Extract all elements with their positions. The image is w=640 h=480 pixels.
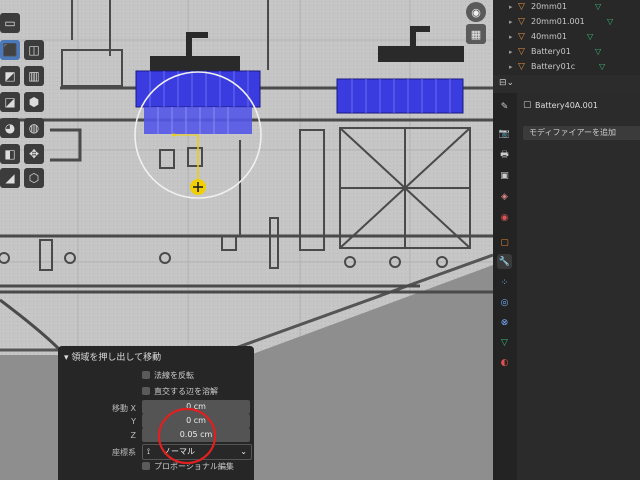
object-wrench-icon: ▢ <box>523 100 532 110</box>
properties-header: ⊟⌄ <box>493 75 640 93</box>
edge-slide-tool[interactable]: ◧ <box>0 144 20 164</box>
tool-shelf: ▭ ⬛ ◫ ◩ ▥ ◪ ⬢ ◕ ◍ ◧ ✥ ◢ ⬡ <box>0 0 48 190</box>
object-triangle-icon: ▽ <box>518 2 525 12</box>
properties-tabs: ✎ 📷 🖶 ▣ ◈ ◉ ▢ 🔧 ⁘ ◎ ⊗ ▽ ◐ <box>493 93 517 480</box>
move-z-label: Z <box>130 431 136 440</box>
shrink-fatten-tool[interactable]: ✥ <box>24 144 44 164</box>
mesh-data-icon: ▽ <box>599 62 606 71</box>
orientation-label: 座標系 <box>112 448 136 457</box>
outliner-item-label: 20mm01 <box>531 2 567 11</box>
editor-type-icon[interactable]: ⊟⌄ <box>499 78 514 88</box>
render-tab-icon[interactable]: 📷 <box>497 126 512 141</box>
object-triangle-icon: ▽ <box>518 17 525 27</box>
selected-mesh-right[interactable] <box>336 78 464 114</box>
bevel-tool[interactable]: ◩ <box>0 66 20 86</box>
inset-faces-tool[interactable]: ◫ <box>24 40 44 60</box>
rip-region-tool[interactable]: ⬡ <box>24 168 44 188</box>
flip-normals-label: 法線を反転 <box>154 371 194 380</box>
mesh-data-icon: ▽ <box>587 32 594 41</box>
outliner: ▸ ▽ 20mm01 ▽ ▸ ▽ 20mm01.001 ▽ ▸ ▽ 40mm01… <box>493 0 640 75</box>
flip-normals-checkbox[interactable] <box>142 371 150 379</box>
tool-tab-icon[interactable]: ✎ <box>497 99 512 114</box>
expand-arrow-icon[interactable]: ▸ <box>509 48 513 56</box>
expand-arrow-icon[interactable]: ▸ <box>509 18 513 26</box>
operator-panel-title[interactable]: ▾ 領域を押し出して移動 <box>64 350 161 363</box>
expand-arrow-icon[interactable]: ▸ <box>509 63 513 71</box>
object-tab-icon[interactable]: ▢ <box>497 235 512 250</box>
move-x-label: 移動 X <box>111 404 136 413</box>
poly-build-tool[interactable]: ⬢ <box>24 92 44 112</box>
3d-viewport[interactable]: ▭ ⬛ ◫ ◩ ▥ ◪ ⬢ ◕ ◍ ◧ ✥ ◢ ⬡ ◉ ▦ ▾ 領域を押し出して… <box>0 0 493 480</box>
outliner-item[interactable]: ▸ ▽ 20mm01 ▽ <box>493 0 640 15</box>
constraints-tab-icon[interactable]: ⊗ <box>497 315 512 330</box>
orientation-icon: ⟟ <box>147 447 150 456</box>
physics-tab-icon[interactable]: ◎ <box>497 295 512 310</box>
scene-tab-icon[interactable]: ◈ <box>497 189 512 204</box>
expand-arrow-icon[interactable]: ▸ <box>509 3 513 11</box>
outliner-item-label: Battery01 <box>531 47 571 56</box>
chevron-down-icon: ▾ <box>64 353 69 363</box>
camera-view-icon[interactable]: ◉ <box>466 2 486 22</box>
extrude-region-tool[interactable]: ⬛ <box>0 40 20 60</box>
view-layer-tab-icon[interactable]: ▣ <box>497 168 512 183</box>
object-triangle-icon: ▽ <box>518 47 525 57</box>
select-box-tool[interactable]: ▭ <box>0 13 20 33</box>
operator-panel-title-text: 領域を押し出して移動 <box>71 353 162 363</box>
shear-tool[interactable]: ◢ <box>0 168 20 188</box>
properties-editor: ⊟⌄ ✎ 📷 🖶 ▣ ◈ ◉ ▢ 🔧 ⁘ ◎ ⊗ ▽ ◐ ▢ Battery40… <box>493 75 640 480</box>
move-y-label: Y <box>131 417 136 426</box>
object-triangle-icon: ▽ <box>518 62 525 72</box>
output-tab-icon[interactable]: 🖶 <box>497 147 512 162</box>
modifier-panel: ▢ Battery40A.001 モディファイアーを追加 <box>517 93 640 480</box>
world-tab-icon[interactable]: ◉ <box>497 210 512 225</box>
ortho-grid-icon[interactable]: ▦ <box>466 24 486 44</box>
outliner-item-label: 40mm01 <box>531 32 567 41</box>
modifier-tab-icon[interactable]: 🔧 <box>497 254 512 269</box>
operator-redo-panel: ▾ 領域を押し出して移動 法線を反転 直交する辺を溶解 移動 X 0 cm Y … <box>58 346 254 480</box>
selected-mesh-left[interactable] <box>135 70 261 134</box>
data-tab-icon[interactable]: ▽ <box>497 335 512 350</box>
outliner-item[interactable]: ▸ ▽ Battery01 ▽ <box>493 45 640 60</box>
outliner-item[interactable]: ▸ ▽ Battery01c ▽ <box>493 60 640 75</box>
chevron-down-icon: ⌄ <box>240 447 247 456</box>
dissolve-orthogonal-label: 直交する辺を溶解 <box>154 387 218 396</box>
outliner-item-label: 20mm01.001 <box>531 17 585 26</box>
proportional-edit-checkbox[interactable] <box>142 462 150 470</box>
red-annotation-circle <box>157 407 217 465</box>
expand-arrow-icon[interactable]: ▸ <box>509 33 513 41</box>
smooth-tool[interactable]: ◍ <box>24 118 44 138</box>
object-name-field[interactable]: Battery40A.001 <box>535 101 598 110</box>
particles-tab-icon[interactable]: ⁘ <box>497 275 512 290</box>
outliner-item-label: Battery01c <box>531 62 576 71</box>
spin-tool[interactable]: ◕ <box>0 118 20 138</box>
dissolve-orthogonal-checkbox[interactable] <box>142 387 150 395</box>
loop-cut-tool[interactable]: ▥ <box>24 66 44 86</box>
outliner-item[interactable]: ▸ ▽ 20mm01.001 ▽ <box>493 15 640 30</box>
object-triangle-icon: ▽ <box>518 32 525 42</box>
mesh-data-icon: ▽ <box>595 47 602 56</box>
outliner-item[interactable]: ▸ ▽ 40mm01 ▽ <box>493 30 640 45</box>
add-modifier-button[interactable]: モディファイアーを追加 <box>523 126 640 140</box>
material-tab-icon[interactable]: ◐ <box>497 355 512 370</box>
mesh-data-icon: ▽ <box>595 2 602 11</box>
mesh-data-icon: ▽ <box>607 17 614 26</box>
knife-tool[interactable]: ◪ <box>0 92 20 112</box>
